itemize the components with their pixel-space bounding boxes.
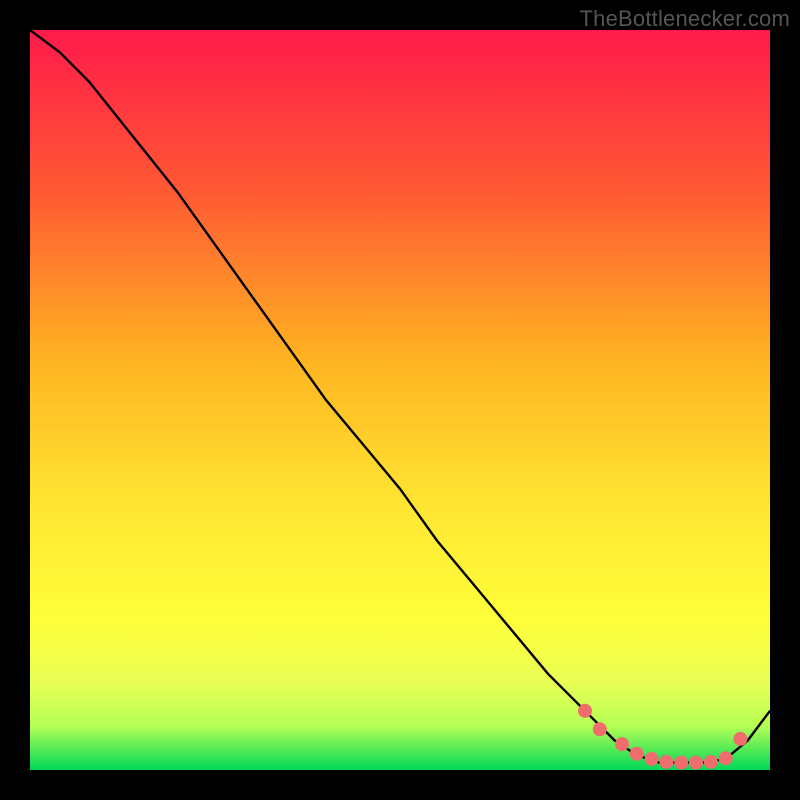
marker-dot: [615, 737, 629, 751]
marker-dot: [704, 755, 718, 769]
marker-dot: [733, 732, 747, 746]
marker-dot: [659, 755, 673, 769]
gradient-background: [30, 30, 770, 770]
marker-dot: [630, 747, 644, 761]
marker-dot: [578, 704, 592, 718]
marker-dot: [593, 722, 607, 736]
chart-svg: [30, 30, 770, 770]
marker-dot: [719, 751, 733, 765]
marker-dot: [645, 752, 659, 766]
plot-area: [30, 30, 770, 770]
marker-dot: [674, 756, 688, 770]
watermark-text: TheBottlenecker.com: [580, 6, 790, 32]
marker-dot: [689, 756, 703, 770]
chart-frame: TheBottlenecker.com: [0, 0, 800, 800]
